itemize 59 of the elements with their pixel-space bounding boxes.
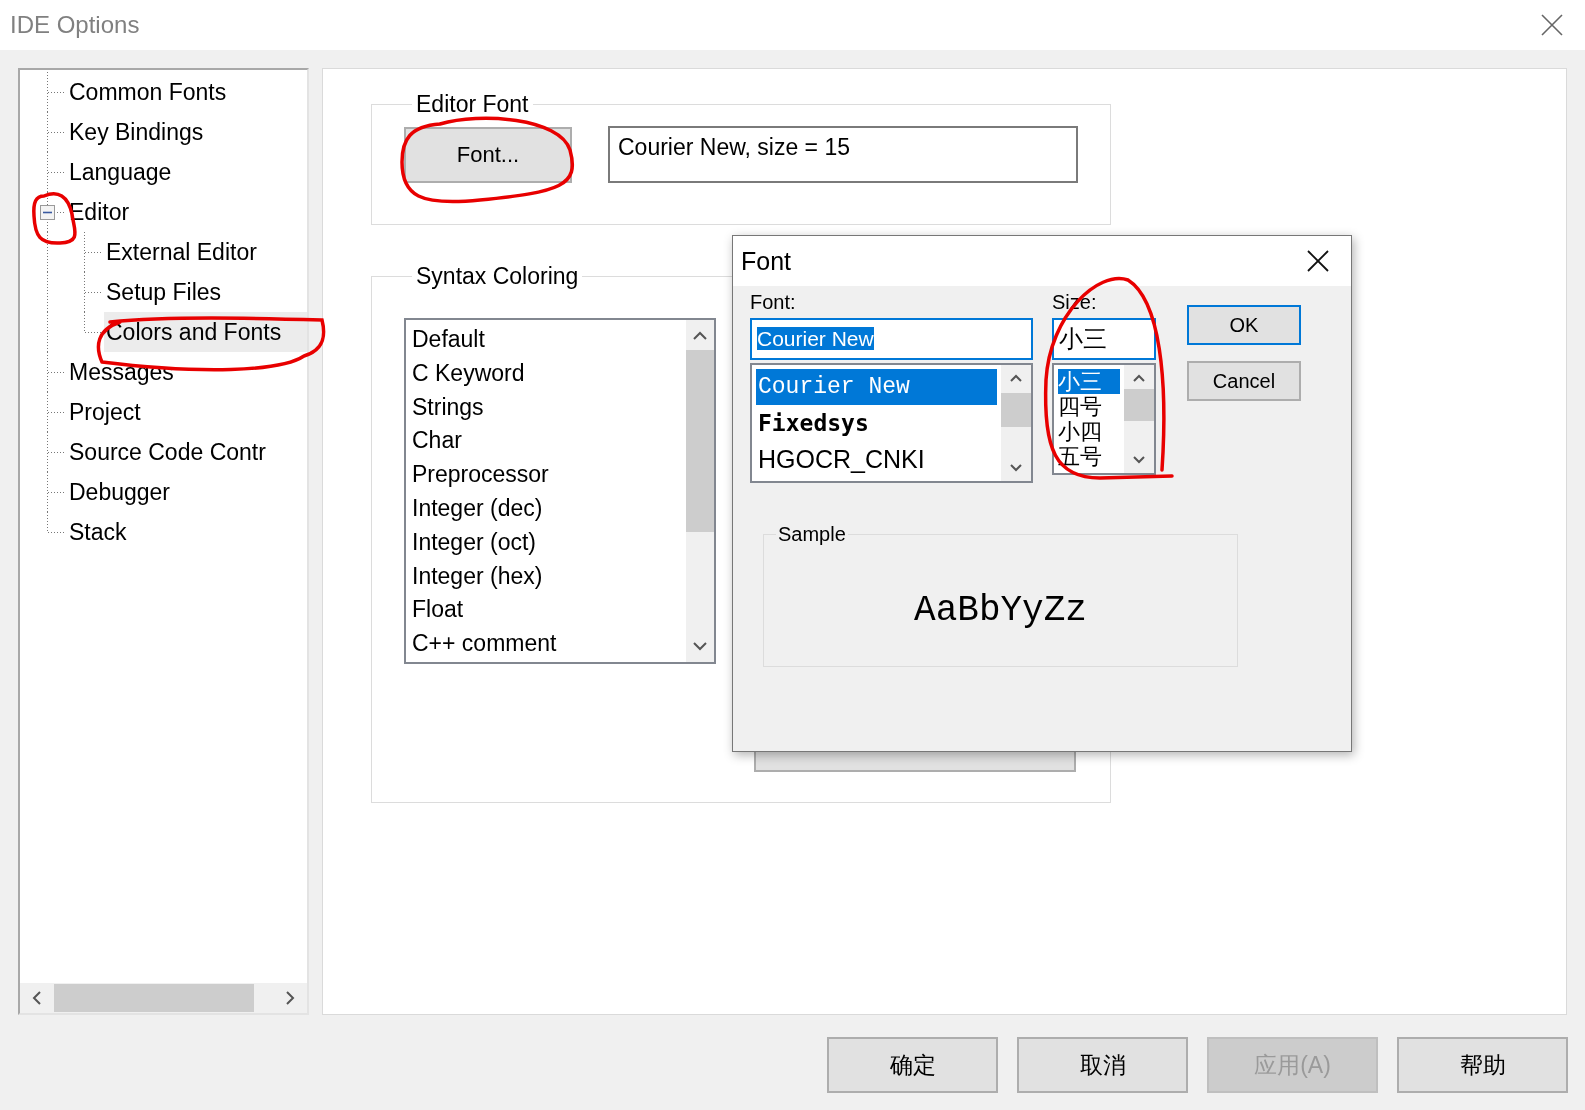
dialog-title: Font — [741, 246, 792, 276]
sample-text: AaBbYyZz — [914, 589, 1087, 631]
group-title: Syntax Coloring — [415, 263, 580, 290]
tree-item[interactable]: Project — [69, 392, 145, 432]
dialog-button[interactable]: 确定 — [827, 1037, 998, 1093]
list-item[interactable]: Default — [412, 323, 680, 357]
close-icon[interactable] — [1307, 250, 1329, 272]
scrollbar-thumb[interactable] — [1124, 389, 1154, 421]
field-label: Font: — [750, 290, 797, 315]
tree-connector — [47, 392, 64, 432]
window-title: IDE Options — [10, 11, 140, 39]
list-item[interactable]: C++ comment — [412, 627, 680, 661]
tree-item[interactable]: Messages — [69, 352, 178, 392]
tree-connector — [47, 272, 101, 312]
list-item[interactable]: HGOCR_CNKI — [756, 441, 997, 477]
dialog-button[interactable]: 帮助 — [1397, 1037, 1568, 1093]
tree-item[interactable]: Source Code Contr — [69, 432, 270, 472]
tree-item[interactable]: Stack — [69, 512, 131, 552]
cancel-button[interactable]: Cancel — [1187, 361, 1301, 401]
scrollbar-thumb[interactable] — [1001, 393, 1031, 427]
tree-item[interactable]: Language — [69, 152, 176, 192]
tree-item[interactable]: Debugger — [69, 472, 175, 512]
list-item[interactable]: 五号 — [1058, 444, 1120, 469]
tree-item[interactable]: Common Fonts — [69, 72, 231, 112]
list-item[interactable]: 小三 — [1058, 369, 1120, 394]
scrollbar-thumb[interactable] — [54, 984, 254, 1012]
tree-connector — [47, 152, 64, 192]
font-button[interactable]: Font... — [404, 126, 572, 183]
font-value-field: Courier New, size = 15 — [608, 126, 1078, 183]
list-item[interactable]: Char — [412, 424, 680, 459]
list-item[interactable]: Integer (hex) — [412, 559, 680, 594]
collapse-icon[interactable] — [40, 205, 55, 220]
list-item[interactable]: 小四 — [1058, 419, 1120, 444]
tree-item[interactable]: External Editor — [106, 232, 261, 272]
size-field[interactable]: 小三 — [1052, 318, 1156, 360]
tree-item[interactable]: Key Bindings — [69, 112, 208, 152]
vertical-scrollbar[interactable] — [1124, 365, 1154, 473]
list-item[interactable]: Preprocessor — [412, 458, 680, 492]
dialog-button[interactable]: 取消 — [1017, 1037, 1188, 1093]
font-name-field[interactable]: Courier New — [750, 318, 1033, 360]
scrollbar-thumb[interactable] — [686, 350, 714, 532]
list-item[interactable]: Integer (dec) — [412, 492, 680, 526]
horizontal-scrollbar[interactable] — [20, 983, 307, 1013]
tree-connector — [47, 72, 64, 112]
vertical-scrollbar[interactable] — [1001, 365, 1031, 481]
list-item[interactable]: Fixedsys — [756, 405, 997, 441]
group-title: Sample — [777, 523, 847, 546]
list-item[interactable]: Float — [412, 593, 680, 628]
list-item[interactable]: Integer (oct) — [412, 525, 680, 560]
tree-connector — [47, 112, 64, 152]
list-item[interactable]: 四号 — [1058, 394, 1120, 419]
list-item[interactable]: Strings — [412, 390, 680, 425]
tree-item[interactable]: Setup Files — [106, 272, 226, 312]
ok-button[interactable]: OK — [1187, 305, 1301, 345]
list-item[interactable]: C Keyword — [412, 356, 680, 391]
group-title: Editor Font — [415, 91, 530, 118]
tree-connector — [47, 432, 64, 472]
vertical-scrollbar[interactable] — [686, 320, 714, 662]
list-item[interactable]: Courier New — [756, 369, 997, 405]
